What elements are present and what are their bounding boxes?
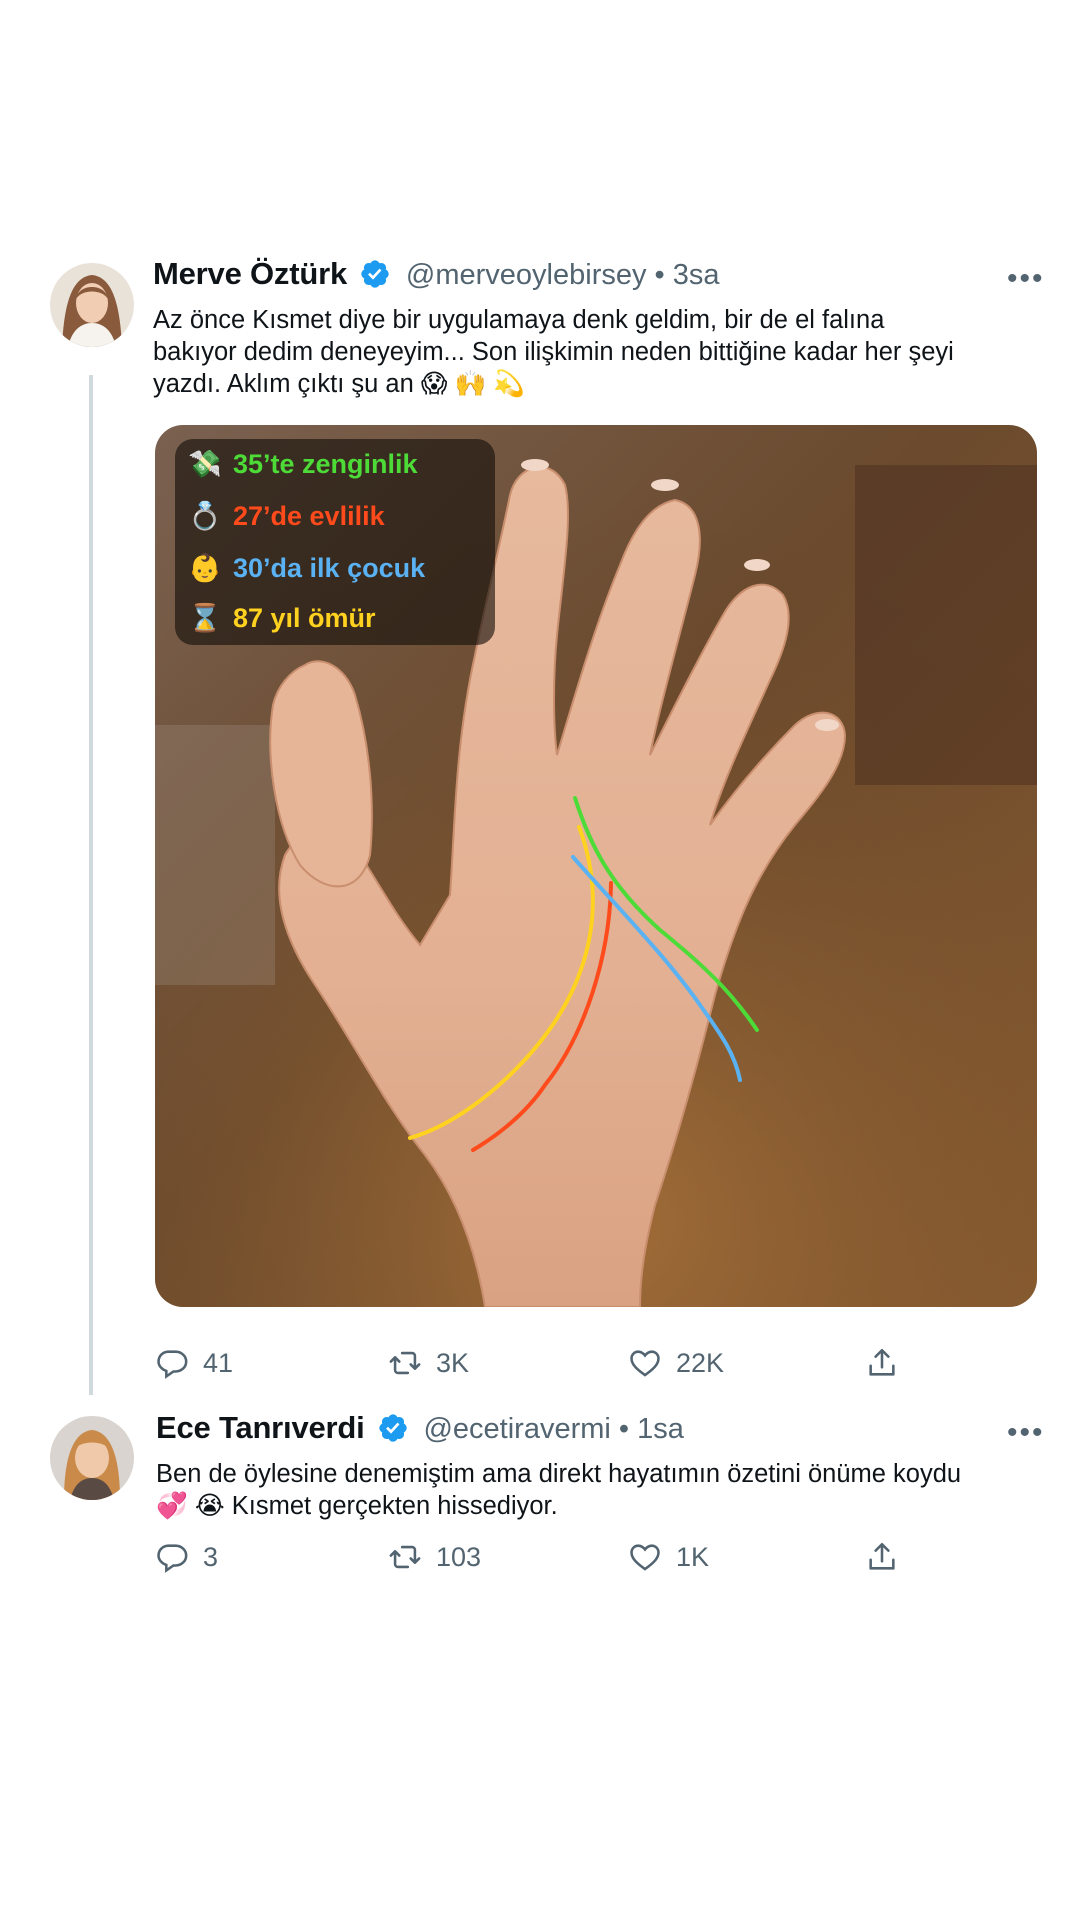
reply-button[interactable]: 41 (155, 1346, 233, 1380)
reply-count: 3 (203, 1541, 219, 1572)
share-button[interactable] (865, 1540, 913, 1574)
tweet-text-line: yazdı. Aklım çıktı şu an 😱 🙌 💫 (153, 368, 1033, 400)
verified-badge-icon (377, 1412, 409, 1444)
prediction-overlay: 💸 35’te zenginlik 💍 27’de evlilik 👶 30’d… (175, 439, 495, 645)
emoji-group: 😱 🙌 💫 (420, 370, 526, 398)
thread-connector-line (89, 375, 93, 1395)
handle-and-time[interactable]: @merveoylebirsey • 3sa (406, 259, 720, 291)
verified-badge-icon (359, 258, 391, 290)
reply-button[interactable]: 3 (155, 1540, 218, 1574)
retweet-count: 103 (436, 1541, 482, 1572)
like-button[interactable]: 1K (628, 1540, 709, 1574)
share-icon (869, 1542, 895, 1570)
heart-icon (630, 1350, 660, 1377)
hourglass-icon: ⌛ (188, 603, 222, 633)
reply-icon (157, 1350, 188, 1379)
retweet-count: 3K (436, 1347, 470, 1378)
ring-icon: 💍 (188, 501, 222, 531)
retweet-button[interactable]: 103 (388, 1540, 481, 1574)
prediction-lifespan: ⌛ 87 yıl ömür (183, 595, 376, 641)
tweet-text-line-text: yazdı. Aklım çıktı şu an (153, 370, 414, 398)
prediction-label: 30’da ilk çocuk (233, 552, 426, 583)
like-count: 22K (676, 1347, 725, 1378)
prediction-label: 87 yıl ömür (233, 602, 376, 633)
display-name[interactable]: Merve Öztürk (153, 256, 347, 291)
prediction-marriage: 💍 27’de evlilik (183, 493, 385, 539)
reply-count: 41 (203, 1347, 234, 1378)
avatar-ece[interactable] (50, 1416, 134, 1500)
tweet-actions: 3 103 1K (155, 1540, 925, 1580)
tweet-header: Merve Öztürk @merveoylebirsey • 3sa (153, 256, 720, 292)
retweet-button[interactable]: 3K (388, 1346, 469, 1380)
tweet-text-line: 💞 😭 Kısmet gerçekten hissediyor. (156, 1490, 1036, 1522)
avatar-merve[interactable] (50, 263, 134, 347)
tweet-actions: 41 3K 22K (155, 1346, 925, 1386)
tweet-text: Ben de öylesine denemiştim ama direkt ha… (156, 1458, 1036, 1522)
prediction-label: 35’te zenginlik (233, 448, 418, 479)
retweet-icon (389, 1545, 421, 1569)
emoji-group: 💞 😭 (156, 1492, 225, 1520)
more-options-icon[interactable]: ••• (1007, 262, 1045, 296)
display-name[interactable]: Ece Tanrıverdi (156, 1410, 365, 1445)
share-button[interactable] (865, 1346, 913, 1380)
tweet-header: Ece Tanrıverdi @ecetiravermi • 1sa (156, 1410, 684, 1446)
money-wings-icon: 💸 (188, 449, 222, 479)
prediction-label: 27’de evlilik (233, 500, 385, 531)
prediction-wealth: 💸 35’te zenginlik (183, 441, 418, 487)
share-icon (869, 1348, 895, 1376)
heart-icon (630, 1544, 660, 1571)
baby-icon: 👶 (188, 553, 222, 583)
tweet-text-line: Ben de öylesine denemiştim ama direkt ha… (156, 1460, 962, 1488)
tweet-text: Az önce Kısmet diye bir uygulamaya denk … (153, 304, 1033, 400)
handle-and-time[interactable]: @ecetiravermi • 1sa (423, 1413, 683, 1445)
tweet-text-line: Az önce Kısmet diye bir uygulamaya denk … (153, 306, 885, 334)
like-button[interactable]: 22K (628, 1346, 724, 1380)
palm-reading-image[interactable]: 💸 35’te zenginlik 💍 27’de evlilik 👶 30’d… (155, 425, 1037, 1307)
reply-icon (157, 1544, 188, 1573)
like-count: 1K (676, 1541, 710, 1572)
prediction-child: 👶 30’da ilk çocuk (183, 545, 425, 591)
tweet-text-line: bakıyor dedim deneyeyim... Son ilişkimin… (153, 338, 954, 366)
retweet-icon (389, 1351, 421, 1375)
more-options-icon[interactable]: ••• (1007, 1416, 1045, 1450)
tweet-text-line-text: Kısmet gerçekten hissediyor. (231, 1492, 558, 1520)
